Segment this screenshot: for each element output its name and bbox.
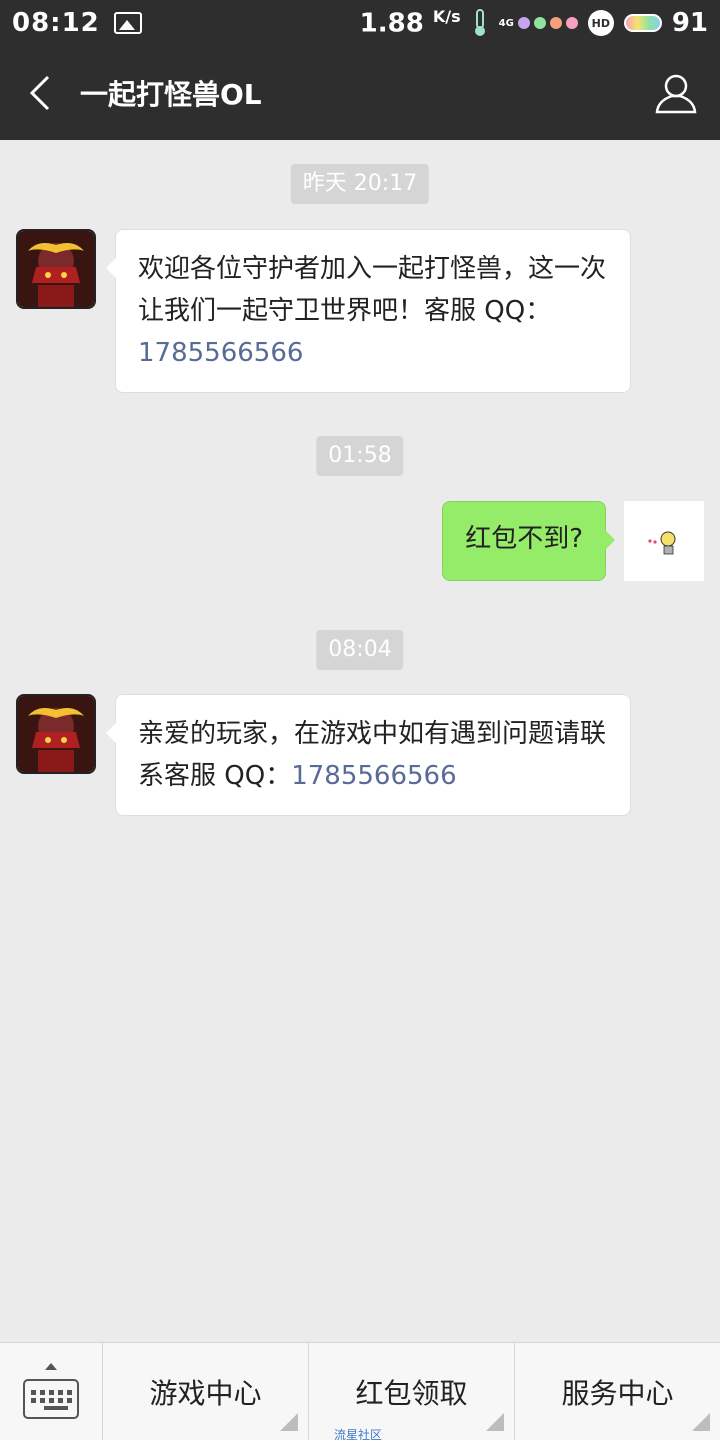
back-button[interactable] [0,46,80,140]
status-bar: 08:12 1.88 K/s 4G HD 91 [0,0,720,46]
battery-level: 91 [671,8,708,38]
network-type: 4G [498,17,514,29]
menu-label: 服务中心 [561,1377,674,1410]
warrior-avatar-icon [18,231,94,307]
network-speed-value: 1.88 [359,8,424,39]
incoming-message-bubble[interactable]: 亲爱的玩家，在游戏中如有遇到问题请联系客服 QQ：1785566566 [106,694,631,816]
person-icon [655,74,697,114]
signal-icon [533,17,546,29]
outgoing-message-bubble[interactable]: 红包不到? [442,501,615,581]
back-arrow-icon [29,75,50,111]
submenu-indicator-icon [486,1413,504,1431]
qq-number-link[interactable]: 1785566566 [138,338,303,368]
signal-icons: 4G [499,17,578,29]
message-timestamp: 01:58 [316,436,404,476]
signal-icon [565,17,578,29]
chat-title: 一起打怪兽OL [80,78,262,111]
incoming-message-bubble[interactable]: 欢迎各位守护者加入一起打怪兽，这一次让我们一起守卫世界吧！客服 QQ： 17855… [106,229,631,393]
status-right-group: 1.88 K/s 4G HD 91 [360,7,708,39]
hd-voice-icon: HD [587,10,614,36]
menu-label: 红包领取 [355,1377,468,1410]
message-timestamp: 08:04 [316,630,404,670]
official-account-avatar[interactable] [16,694,96,774]
menu-label: 游戏中心 [149,1377,262,1410]
signal-icon [549,17,562,29]
battery-icon [623,14,662,32]
status-time: 08:12 [12,8,100,38]
signal-icon [517,17,530,29]
my-avatar[interactable] [624,501,704,581]
network-speed: 1.88 K/s [360,7,461,39]
warrior-avatar-icon [18,696,94,772]
network-speed-unit: K/s [432,7,461,27]
image-notification-icon [113,12,142,34]
menu-service-center[interactable]: 服务中心 [515,1343,720,1440]
submenu-indicator-icon [280,1413,298,1431]
message-text: 欢迎各位守护者加入一起打怪兽，这一次让我们一起守卫世界吧！客服 QQ： [138,254,607,326]
thermometer-icon [474,9,485,36]
watermark-text: 流星社区 [334,1428,383,1440]
profile-button[interactable] [632,46,720,140]
official-account-avatar[interactable] [16,229,96,309]
qq-number-link[interactable]: 1785566566 [291,761,456,791]
message-timestamp: 昨天 20:17 [290,164,430,204]
message-text: 红包不到? [465,524,583,554]
caret-up-icon [45,1363,57,1370]
cartoon-avatar-icon [624,501,704,581]
submenu-indicator-icon [692,1413,710,1431]
keyboard-icon [23,1379,79,1419]
title-bar: 一起打怪兽OL [0,46,720,140]
keyboard-toggle-button[interactable] [0,1343,103,1440]
menu-game-center[interactable]: 游戏中心 [103,1343,309,1440]
